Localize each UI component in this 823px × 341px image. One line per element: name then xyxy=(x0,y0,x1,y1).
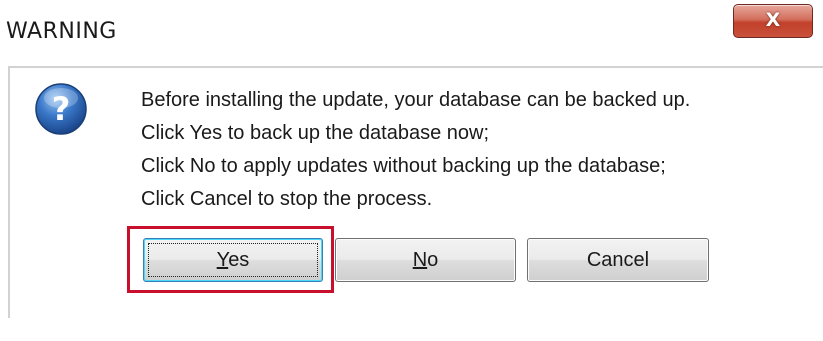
message-line-2: Click Yes to back up the database now; xyxy=(141,122,490,144)
close-button[interactable]: X xyxy=(733,4,813,38)
cancel-button[interactable]: Cancel xyxy=(527,238,709,282)
message-line-3: Click No to apply updates without backin… xyxy=(141,155,666,177)
dialog-title: WARNING xyxy=(6,19,117,44)
no-button[interactable]: No xyxy=(335,238,516,282)
no-mnemonic: N xyxy=(412,249,428,271)
message-line-1: Before installing the update, your datab… xyxy=(141,89,691,111)
question-icon: ? xyxy=(35,83,87,135)
close-icon: X xyxy=(765,9,781,31)
message-line-4: Click Cancel to stop the process. xyxy=(141,188,433,210)
svg-text:?: ? xyxy=(52,90,71,128)
cancel-label: Cancel xyxy=(586,249,650,271)
title-bar: WARNING X xyxy=(0,0,823,66)
no-label-rest: o xyxy=(427,249,439,271)
dialog-window: WARNING X ? Before installing the update… xyxy=(0,0,823,341)
focus-rectangle xyxy=(148,243,318,277)
dialog-message: Before installing the update, your datab… xyxy=(141,84,690,216)
yes-button[interactable]: Yes xyxy=(143,238,323,282)
